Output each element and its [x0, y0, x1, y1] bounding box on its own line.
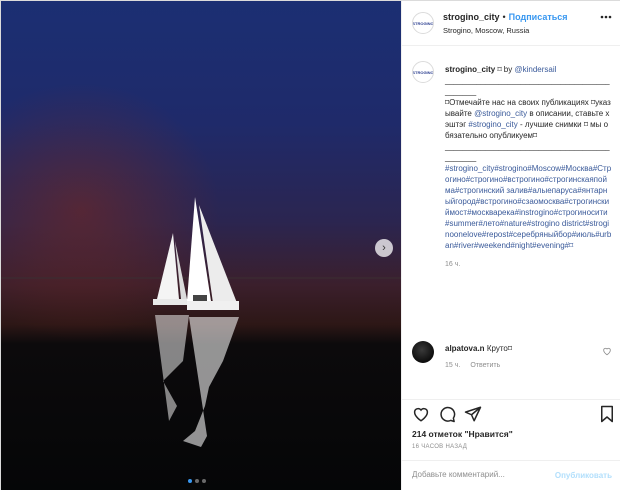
avatar-logo-text: STROGINO	[412, 20, 434, 26]
share-icon[interactable]	[464, 405, 482, 423]
avatar[interactable]: STROGINO	[412, 12, 434, 34]
follow-button[interactable]: Подписаться	[509, 12, 568, 22]
comment-input[interactable]	[412, 470, 552, 479]
carousel-dot	[202, 479, 206, 483]
caption-mention[interactable]: @kindersail	[514, 65, 556, 74]
location-link[interactable]: Strogino, Moscow, Russia	[443, 26, 529, 35]
caption-username[interactable]: strogino_city	[445, 65, 495, 74]
caption-tags[interactable]: #strogino_city#strogino#Moscow#Москва#Ст…	[445, 164, 611, 250]
comment-meta: 15 ч. Ответить	[445, 362, 500, 369]
likes-count[interactable]: 214 отметок "Нравится"	[412, 429, 513, 439]
next-photo-button[interactable]: ›	[375, 239, 393, 257]
action-icons	[412, 405, 613, 427]
comment-item: alpatova.n Круто⌑ 15 ч. Ответить	[412, 341, 612, 381]
caption-time[interactable]: 16 ч.	[445, 259, 612, 270]
more-horizontal-icon[interactable]	[600, 15, 612, 19]
post-photo[interactable]: ›	[1, 1, 401, 490]
avatar[interactable]: STROGINO	[412, 61, 434, 83]
comment-icon[interactable]	[438, 405, 456, 423]
heart-icon[interactable]	[412, 405, 430, 423]
avatar-logo-text: STROGINO	[412, 69, 434, 75]
post-header: STROGINO strogino_city • Подписаться Strog…	[402, 1, 620, 46]
header-user-line: strogino_city • Подписаться	[443, 12, 568, 22]
caption-rule: ________________________________________…	[445, 76, 610, 96]
caption-by: ⌑ by	[495, 65, 515, 74]
comment-text: alpatova.n Круто⌑	[445, 344, 512, 353]
commenter-username[interactable]: alpatova.n	[445, 344, 485, 353]
caption-hashtag[interactable]: #strogino_city	[468, 120, 517, 129]
carousel-indicator	[188, 479, 206, 483]
carousel-dot	[195, 479, 199, 483]
caption-text: strogino_city ⌑ by @kindersail _________…	[445, 64, 612, 270]
caption-handle[interactable]: @strogino_city	[474, 109, 527, 118]
add-comment-bar: Опубликовать	[402, 460, 620, 490]
separator-dot: •	[502, 12, 506, 22]
post-time[interactable]: 16 ЧАСОВ НАЗАД	[412, 444, 467, 450]
comment-body: Круто⌑	[486, 344, 512, 353]
instagram-post: › STROGINO strogino_city • Подписаться Str…	[0, 0, 620, 490]
publish-button[interactable]: Опубликовать	[555, 471, 612, 480]
sailboats-image	[153, 197, 239, 447]
post-actions: 214 отметок "Нравится" 16 ЧАСОВ НАЗАД Оп…	[402, 399, 620, 490]
commenter-avatar[interactable]	[412, 341, 434, 363]
comment-time[interactable]: 15 ч.	[445, 362, 460, 369]
comments-section[interactable]: STROGINO strogino_city ⌑ by @kindersail …	[402, 47, 620, 399]
bookmark-icon[interactable]	[598, 405, 616, 423]
post-side-panel: STROGINO strogino_city • Подписаться Strog…	[401, 1, 620, 490]
username-link[interactable]: strogino_city	[443, 12, 500, 22]
chevron-right-icon: ›	[382, 241, 386, 254]
carousel-dot-active	[188, 479, 192, 483]
reply-button[interactable]: Ответить	[470, 362, 500, 369]
caption-rule-2: ________________________________________…	[445, 142, 610, 162]
comment-heart-icon[interactable]	[602, 346, 612, 356]
